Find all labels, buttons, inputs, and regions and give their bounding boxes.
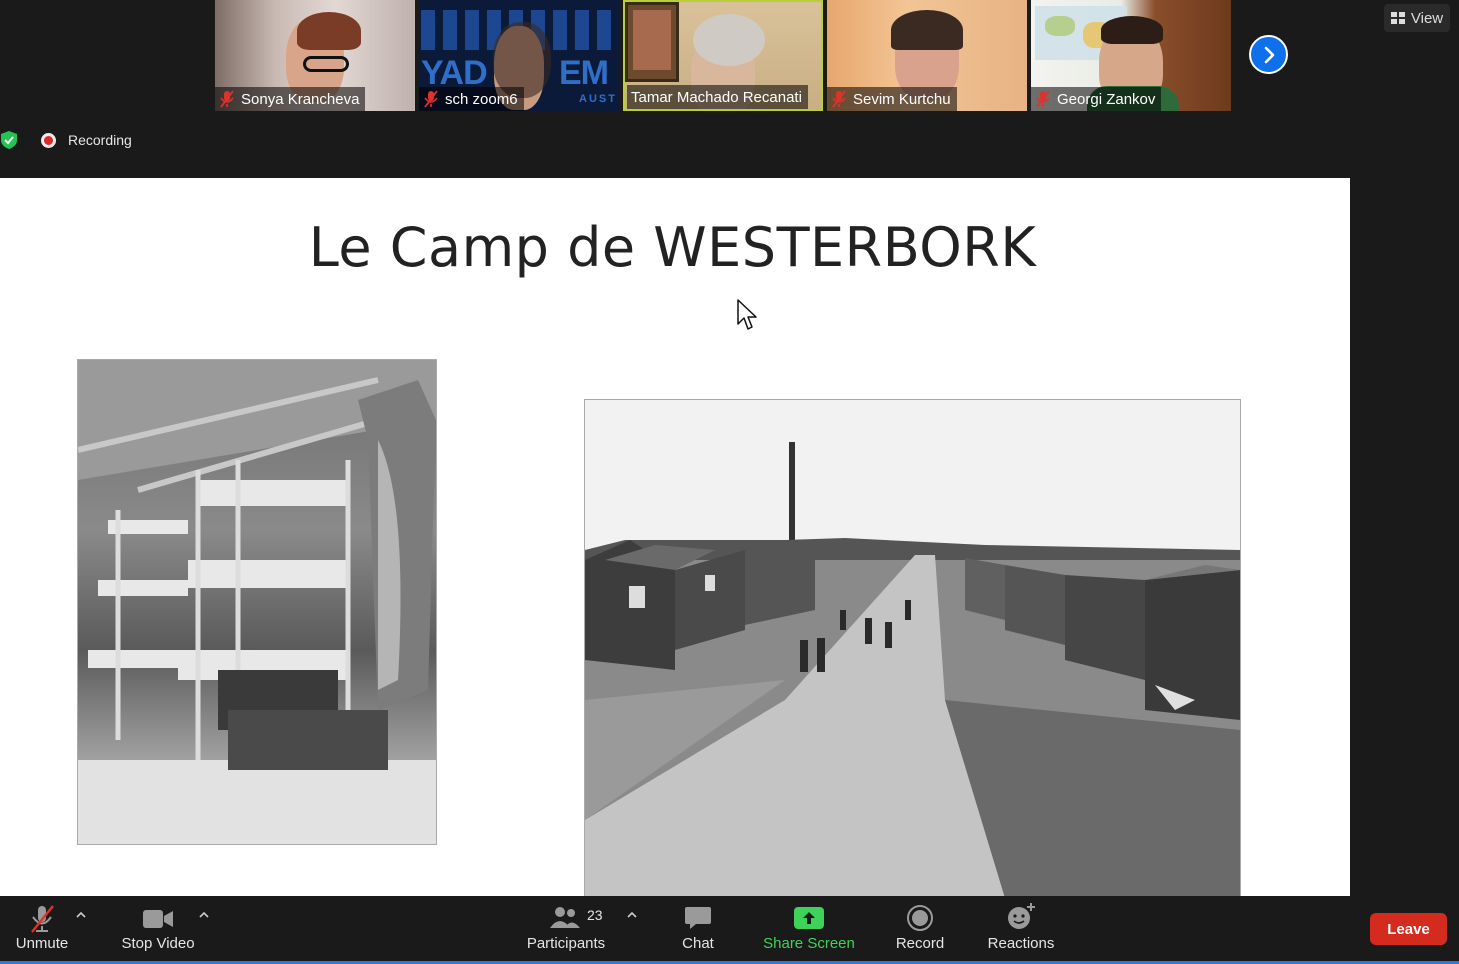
meeting-toolbar: Unmute Stop Video Participants 23 Chat S…: [0, 896, 1459, 964]
participants-icon: [550, 907, 580, 928]
participant-name: sch zoom6: [445, 90, 518, 108]
recording-icon: [41, 133, 56, 148]
muted-mic-icon: [423, 90, 439, 108]
view-button[interactable]: View: [1384, 4, 1450, 32]
encryption-shield-icon[interactable]: [0, 130, 18, 150]
shared-screen-slide: Le Camp de WESTERBORK: [0, 178, 1350, 896]
recording-label: Recording: [68, 132, 132, 148]
participants-button[interactable]: Participants: [523, 896, 609, 960]
muted-mic-icon: [31, 905, 54, 933]
participant-name: Georgi Zankov: [1057, 90, 1156, 108]
mouse-cursor-icon: [737, 299, 757, 330]
participant-tile[interactable]: YAD V EM AUST sch zoom6: [419, 0, 619, 111]
share-screen-arrow-icon: [794, 907, 824, 929]
unmute-button[interactable]: Unmute: [10, 896, 74, 960]
participants-count: 23: [587, 907, 603, 923]
share-screen-label: Share Screen: [763, 935, 855, 952]
barracks-interior-photo: [77, 359, 437, 845]
banner-logo: EM: [559, 54, 609, 92]
participant-nameplate: sch zoom6: [419, 87, 524, 111]
muted-mic-icon: [831, 90, 847, 108]
audio-options-chevron-up-icon[interactable]: [76, 910, 86, 920]
video-camera-icon: [143, 910, 173, 928]
unmute-label: Unmute: [15, 935, 69, 952]
participant-nameplate: Sonya Krancheva: [215, 87, 366, 111]
participant-nameplate: Tamar Machado Recanati: [627, 85, 808, 109]
participant-name: Tamar Machado Recanati: [631, 88, 802, 106]
chat-bubble-icon: [685, 907, 711, 929]
participant-name: Sonya Krancheva: [241, 90, 360, 108]
stop-video-label: Stop Video: [121, 935, 195, 952]
view-button-label: View: [1410, 9, 1444, 27]
reactions-button[interactable]: Reactions: [983, 896, 1059, 960]
share-screen-button[interactable]: Share Screen: [759, 896, 859, 960]
record-label: Record: [895, 935, 945, 952]
reactions-label: Reactions: [987, 935, 1055, 952]
participants-label: Participants: [526, 935, 606, 952]
chat-label: Chat: [682, 935, 714, 952]
participant-name: Sevim Kurtchu: [853, 90, 951, 108]
chevron-right-icon: [1264, 46, 1274, 63]
participants-options-chevron-up-icon[interactable]: [627, 910, 637, 920]
slide-title: Le Camp de WESTERBORK: [308, 216, 1037, 279]
participant-nameplate: Georgi Zankov: [1031, 87, 1162, 111]
participant-nameplate: Sevim Kurtchu: [827, 87, 957, 111]
record-button[interactable]: Record: [890, 896, 950, 960]
banner-caption: AUST: [579, 93, 617, 105]
participant-tile[interactable]: Sevim Kurtchu: [827, 0, 1027, 111]
participant-tile-active-speaker[interactable]: Tamar Machado Recanati: [623, 0, 823, 111]
video-options-chevron-up-icon[interactable]: [199, 910, 209, 920]
leave-button[interactable]: Leave: [1370, 913, 1447, 945]
smiley-plus-icon: [1008, 903, 1035, 929]
record-icon: [907, 905, 933, 931]
muted-mic-icon: [1035, 90, 1051, 108]
video-gallery: Sonya Krancheva YAD V EM AUST sch zoom6 …: [215, 0, 1231, 111]
chat-button[interactable]: Chat: [670, 896, 726, 960]
participant-tile[interactable]: Sonya Krancheva: [215, 0, 415, 111]
camp-street-photo: [584, 399, 1241, 896]
participant-tile[interactable]: Georgi Zankov: [1031, 0, 1231, 111]
muted-mic-icon: [219, 90, 235, 108]
stop-video-button[interactable]: Stop Video: [116, 896, 200, 960]
grid-icon: [1390, 12, 1405, 24]
next-page-button[interactable]: [1249, 35, 1288, 74]
